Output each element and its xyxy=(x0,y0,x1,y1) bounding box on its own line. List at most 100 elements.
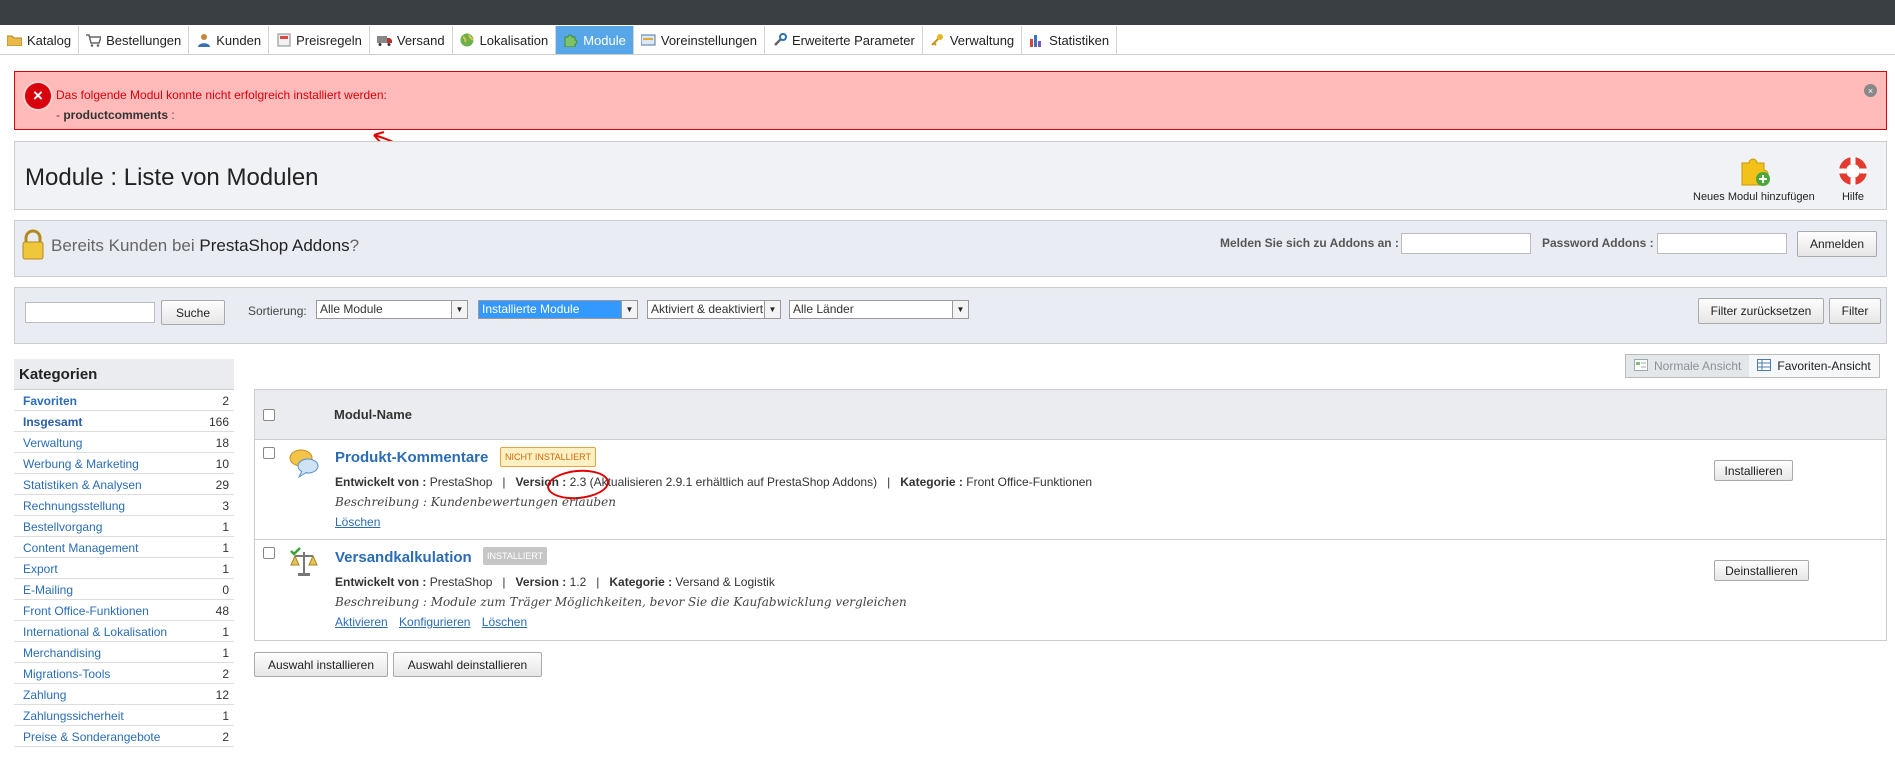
delete-link[interactable]: Löschen xyxy=(335,515,380,529)
add-puzzle-icon xyxy=(1738,155,1770,187)
price-rule-icon xyxy=(276,33,291,47)
truck-icon xyxy=(376,33,392,47)
addons-text-after: ? xyxy=(349,236,360,255)
category-count: 29 xyxy=(215,478,229,492)
category-item[interactable]: Export 1 xyxy=(14,558,234,579)
tab-erweiterte-parameter[interactable]: Erweiterte Parameter xyxy=(765,26,923,54)
tab-preisregeln[interactable]: Preisregeln xyxy=(269,26,370,54)
category-item[interactable]: Insgesamt 166 xyxy=(14,411,234,432)
page-header: Module : Liste von Modulen Neues Modul h… xyxy=(14,141,1887,210)
version-label: Version : xyxy=(515,575,567,589)
row-checkbox[interactable] xyxy=(263,447,275,459)
bulk-uninstall-button[interactable]: Auswahl deinstallieren xyxy=(393,652,542,677)
module-search-input[interactable] xyxy=(25,302,155,323)
tab-label: Erweiterte Parameter xyxy=(792,32,915,48)
normal-view-label: Normale Ansicht xyxy=(1654,359,1742,373)
category-item[interactable]: E-Mailing 0 xyxy=(14,579,234,600)
category-name: E-Mailing xyxy=(23,583,74,597)
category-count: 166 xyxy=(208,415,229,429)
help-button[interactable]: Hilfe xyxy=(1837,155,1869,203)
tab-kunden[interactable]: Kunden xyxy=(189,26,270,54)
tab-versand[interactable]: Versand xyxy=(369,26,453,54)
tab-bestellungen[interactable]: Bestellungen xyxy=(79,26,190,54)
category-count: 1 xyxy=(222,520,229,534)
category-name: Verwaltung xyxy=(23,436,83,450)
install-status-select[interactable]: Installierte Module ▼ xyxy=(478,300,638,319)
bulk-install-button[interactable]: Auswahl installieren xyxy=(254,652,388,677)
category-item[interactable]: Statistiken & Analysen 29 xyxy=(14,474,234,495)
status-badge: NICHT INSTALLIERT xyxy=(500,447,597,467)
error-module-line: - productcomments : xyxy=(56,108,175,122)
category-count: 1 xyxy=(222,541,229,555)
column-header-module-name: Modul-Name xyxy=(334,407,412,422)
status-badge: INSTALLIERT xyxy=(483,547,548,565)
tab-module[interactable]: Module xyxy=(556,26,634,54)
tab-katalog[interactable]: Katalog xyxy=(0,26,80,54)
tab-voreinstellungen[interactable]: Voreinstellungen xyxy=(633,26,765,54)
category-name: Zahlungssicherheit xyxy=(23,709,124,723)
module-name-link[interactable]: Produkt-Kommentare xyxy=(335,449,488,466)
tab-label: Statistiken xyxy=(1049,32,1110,48)
delete-link[interactable]: Löschen xyxy=(482,615,527,629)
sort-label: Sortierung: xyxy=(248,304,307,318)
category-name: Bestellvorgang xyxy=(23,520,103,534)
activate-link[interactable]: Aktivieren xyxy=(335,615,388,629)
table-header: Modul-Name xyxy=(255,390,1886,440)
addons-brand: PrestaShop Addons xyxy=(199,236,350,255)
addons-login-input[interactable] xyxy=(1401,233,1531,254)
category-item[interactable]: Content Management 1 xyxy=(14,537,234,558)
normal-view-button[interactable]: Normale Ansicht xyxy=(1626,355,1750,377)
row-checkbox[interactable] xyxy=(263,547,275,559)
tab-label: Lokalisation xyxy=(479,32,549,48)
install-button[interactable]: Installieren xyxy=(1714,460,1793,481)
error-module-suffix: : xyxy=(168,108,175,122)
tab-verwaltung[interactable]: Verwaltung xyxy=(922,26,1023,54)
table-row: Produkt-Kommentare NICHT INSTALLIERT Ent… xyxy=(255,440,1886,540)
country-select[interactable]: Alle Länder ▼ xyxy=(789,300,969,319)
active-status-select[interactable]: Aktiviert & deaktiviert ▼ xyxy=(647,300,781,319)
tab-label: Kunden xyxy=(216,32,262,48)
user-icon xyxy=(196,33,211,47)
category-item[interactable]: International & Lokalisation 1 xyxy=(14,621,234,642)
key-icon xyxy=(930,33,945,47)
category-item[interactable]: Zahlung 12 xyxy=(14,684,234,705)
addons-login-label: Melden Sie sich zu Addons an : xyxy=(1220,236,1399,250)
module-name-link[interactable]: Versandkalkulation xyxy=(335,549,472,566)
category-count: 2 xyxy=(222,394,229,408)
category-item[interactable]: Preise & Sonderangebote 2 xyxy=(14,726,234,747)
category-item[interactable]: Migrations-Tools 2 xyxy=(14,663,234,684)
reset-filter-button[interactable]: Filter zurücksetzen xyxy=(1698,298,1824,324)
tab-lokalisation[interactable]: Lokalisation xyxy=(452,26,557,54)
module-type-select[interactable]: Alle Module ▼ xyxy=(316,300,468,319)
close-icon[interactable]: × xyxy=(1864,84,1877,97)
search-button[interactable]: Suche xyxy=(161,300,225,325)
category-item[interactable]: Front Office-Funktionen 48 xyxy=(14,600,234,621)
select-all-checkbox[interactable] xyxy=(263,409,275,421)
category-item[interactable]: Favoriten 2 xyxy=(14,390,234,411)
category-name: Merchandising xyxy=(23,646,102,660)
category-item[interactable]: Rechnungsstellung 3 xyxy=(14,495,234,516)
addons-login-button[interactable]: Anmelden xyxy=(1797,231,1877,257)
category-item[interactable]: Werbung & Marketing 10 xyxy=(14,453,234,474)
category-item[interactable]: Merchandising 1 xyxy=(14,642,234,663)
uninstall-button[interactable]: Deinstallieren xyxy=(1714,560,1809,581)
category-item[interactable]: Bestellvorgang 1 xyxy=(14,516,234,537)
category-item[interactable]: Verwaltung 18 xyxy=(14,432,234,453)
filter-button[interactable]: Filter xyxy=(1829,298,1881,324)
view-toggle: Normale Ansicht Favoriten-Ansicht xyxy=(1625,354,1880,378)
add-module-button[interactable]: Neues Modul hinzufügen xyxy=(1693,155,1815,203)
category-count: 2 xyxy=(222,667,229,681)
category-name: Insgesamt xyxy=(23,415,83,429)
favorites-view-button[interactable]: Favoriten-Ansicht xyxy=(1749,355,1879,377)
module-meta: Entwickelt von : PrestaShop | Version : … xyxy=(335,575,775,589)
main-tab-bar: Katalog Bestellungen Kunden Preisregeln … xyxy=(0,26,1895,55)
configure-link[interactable]: Konfigurieren xyxy=(399,615,470,629)
table-row: Versandkalkulation INSTALLIERT Entwickel… xyxy=(255,540,1886,640)
grid-view-icon xyxy=(1757,358,1772,374)
category-name: Export xyxy=(23,562,58,576)
install-status-value: Installierte Module xyxy=(482,302,580,316)
addons-password-input[interactable] xyxy=(1657,233,1787,254)
country-value: Alle Länder xyxy=(793,302,854,316)
category-item[interactable]: Zahlungssicherheit 1 xyxy=(14,705,234,726)
tab-statistiken[interactable]: Statistiken xyxy=(1022,26,1118,54)
